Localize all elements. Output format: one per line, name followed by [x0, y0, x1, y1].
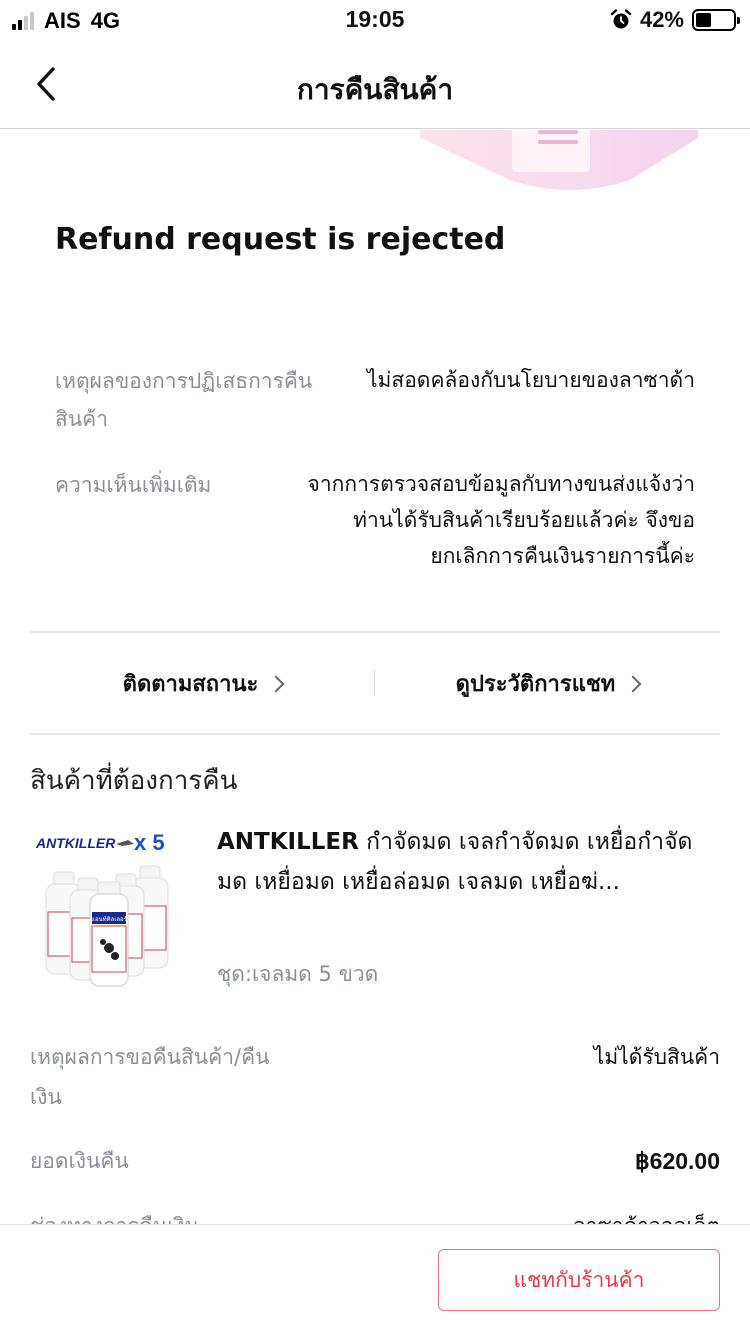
battery-percent: 42%: [639, 7, 684, 32]
track-status-link[interactable]: ติดตามสถานะ: [30, 634, 375, 732]
refund-amount-value: ฿620.00: [635, 1148, 720, 1174]
battery-icon: [692, 9, 740, 31]
chat-history-label: ดูประวัติการแชท: [455, 671, 616, 697]
product-brand: ANTKILLER: [217, 829, 359, 855]
track-status-label: ติดตามสถานะ: [122, 671, 259, 697]
refund-channel-label: ช่องทางการคืนเงิน: [30, 1210, 199, 1224]
return-reason-row: เหตุผลการขอคืนสินค้า/คืนเงิน ไม่ได้รับสิ…: [30, 1037, 720, 1117]
header: การคืนสินค้า: [0, 42, 750, 129]
comment-value: จากการตรวจสอบข้อมูลกับทางขนส่งแจ้งว่าท่า…: [307, 472, 695, 568]
refund-status-title: Refund request is rejected: [55, 222, 506, 257]
chevron-right-icon: [267, 675, 285, 692]
reject-reason-label: เหตุผลของการปฏิเสธการคืนสินค้า: [55, 369, 313, 431]
comment-label: ความเห็นเพิ่มเติม: [55, 473, 212, 497]
alarm-icon: [610, 9, 632, 29]
product-image-brand: ANTKILLER: [35, 835, 116, 851]
page-title: การคืนสินค้า: [296, 73, 454, 106]
return-reason-label: เหตุผลการขอคืนสินค้า/คืนเงิน: [30, 1045, 270, 1109]
chat-with-seller-button[interactable]: แชทกับร้านค้า: [438, 1249, 720, 1311]
product-name[interactable]: ANTKILLER กำจัดมด เจลกำจัดมด เหยื่อกำจัด…: [217, 822, 717, 902]
divider: [30, 631, 720, 633]
reject-reason-value: ไม่สอดคล้องกับนโยบายของลาซาด้า: [366, 368, 695, 392]
product-variant: ชุด:เจลมด 5 ขวด: [217, 962, 379, 986]
product-image[interactable]: ANTKILLER x 5 แอนท์คิลเลอร์: [30, 822, 190, 990]
section-title: สินค้าที่ต้องการคืน: [30, 766, 238, 796]
comment-row: ความเห็นเพิ่มเติม จากการตรวจสอบข้อมูลกับ…: [55, 466, 695, 576]
refund-amount-row: ยอดเงินคืน ฿620.00: [30, 1141, 720, 1181]
refund-amount-label: ยอดเงินคืน: [30, 1149, 129, 1173]
refund-channel-value: ลาซาด้าวอลเล็ต: [573, 1210, 720, 1224]
bottle-label: แอนท์คิลเลอร์: [91, 915, 128, 923]
chevron-right-icon: [624, 675, 642, 692]
refund-channel-row: ช่องทางการคืนเงิน ลาซาด้าวอลเล็ต: [30, 1206, 720, 1224]
bottom-bar: แชทกับร้านค้า: [0, 1224, 750, 1334]
reject-reason-row: เหตุผลของการปฏิเสธการคืนสินค้า ไม่สอดคล้…: [55, 362, 695, 442]
action-links: ติดตามสถานะ ดูประวัติการแชท: [30, 634, 720, 732]
status-right: 42%: [610, 7, 740, 33]
product-image-qty: x 5: [134, 830, 165, 855]
return-reason-value: ไม่ได้รับสินค้า: [593, 1045, 720, 1069]
status-bar: AIS 4G 19:05 42%: [0, 0, 750, 42]
divider: [30, 733, 720, 735]
chat-history-link[interactable]: ดูประวัติการแชท: [375, 634, 720, 732]
refund-illustration: [420, 130, 698, 196]
